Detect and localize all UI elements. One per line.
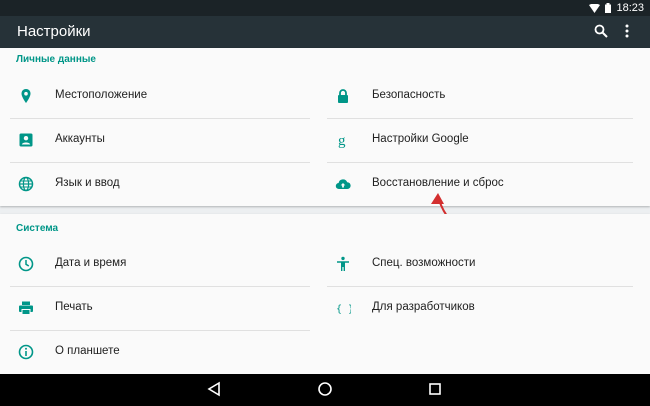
settings-item-printing[interactable]: Печать: [10, 287, 310, 329]
settings-item-label: Аккаунты: [55, 133, 105, 145]
recents-icon[interactable]: [428, 381, 442, 402]
settings-item-label: Местоположение: [55, 89, 148, 101]
globe-icon: [18, 176, 34, 192]
settings-item-label: Спец. возможности: [372, 257, 476, 269]
settings-item-about-tablet[interactable]: О планшете: [10, 331, 310, 373]
printer-icon: [19, 301, 33, 315]
lock-icon: [338, 89, 348, 103]
location-icon: [21, 89, 31, 103]
home-icon[interactable]: [317, 381, 333, 402]
settings-item-google[interactable]: g Настройки Google: [327, 119, 627, 161]
settings-item-backup-reset[interactable]: Восстановление и сброс: [327, 163, 627, 205]
settings-item-label: О планшете: [55, 345, 120, 357]
page-title: Настройки: [17, 23, 91, 40]
settings-item-label: Печать: [55, 301, 93, 313]
settings-item-label: Настройки Google: [372, 133, 469, 145]
settings-item-date-time[interactable]: Дата и время: [10, 243, 310, 285]
svg-text:{ }: { }: [336, 304, 351, 315]
section-title-personal: Личные данные: [16, 54, 96, 65]
clock-icon: [18, 256, 34, 272]
settings-item-language[interactable]: Язык и ввод: [10, 163, 310, 205]
developer-braces-icon: { }: [336, 304, 351, 315]
back-icon[interactable]: [207, 381, 221, 402]
settings-item-label: Восстановление и сброс: [372, 177, 504, 189]
svg-text:g: g: [338, 133, 346, 148]
wifi-icon: [589, 3, 601, 13]
info-icon: [18, 344, 34, 360]
settings-item-label: Безопасность: [372, 89, 446, 101]
section-title-system: Система: [16, 223, 59, 234]
personal-section: Личные данные Местоположение Безопасност…: [0, 48, 650, 206]
settings-item-developer[interactable]: { } Для разработчиков: [327, 287, 627, 329]
search-icon[interactable]: [594, 24, 608, 43]
settings-item-accessibility[interactable]: Спец. возможности: [327, 243, 627, 285]
app-toolbar: Настройки: [0, 16, 650, 48]
cloud-upload-icon: [335, 179, 351, 190]
settings-item-label: Язык и ввод: [55, 177, 120, 189]
system-section: Система Дата и время Спец. возможности П…: [0, 214, 650, 374]
status-bar: 18:23: [0, 0, 650, 16]
settings-item-accounts[interactable]: Аккаунты: [10, 119, 310, 161]
settings-item-location[interactable]: Местоположение: [10, 75, 310, 117]
settings-item-security[interactable]: Безопасность: [327, 75, 627, 117]
accessibility-icon: [337, 256, 349, 271]
google-icon: g: [338, 133, 346, 148]
navigation-bar: [0, 374, 650, 406]
status-time: 18:23: [616, 2, 644, 14]
account-icon: [19, 133, 33, 147]
settings-item-label: Для разработчиков: [372, 301, 475, 313]
battery-icon: [605, 3, 612, 13]
settings-item-label: Дата и время: [55, 257, 127, 269]
overflow-menu-icon[interactable]: [624, 24, 630, 43]
